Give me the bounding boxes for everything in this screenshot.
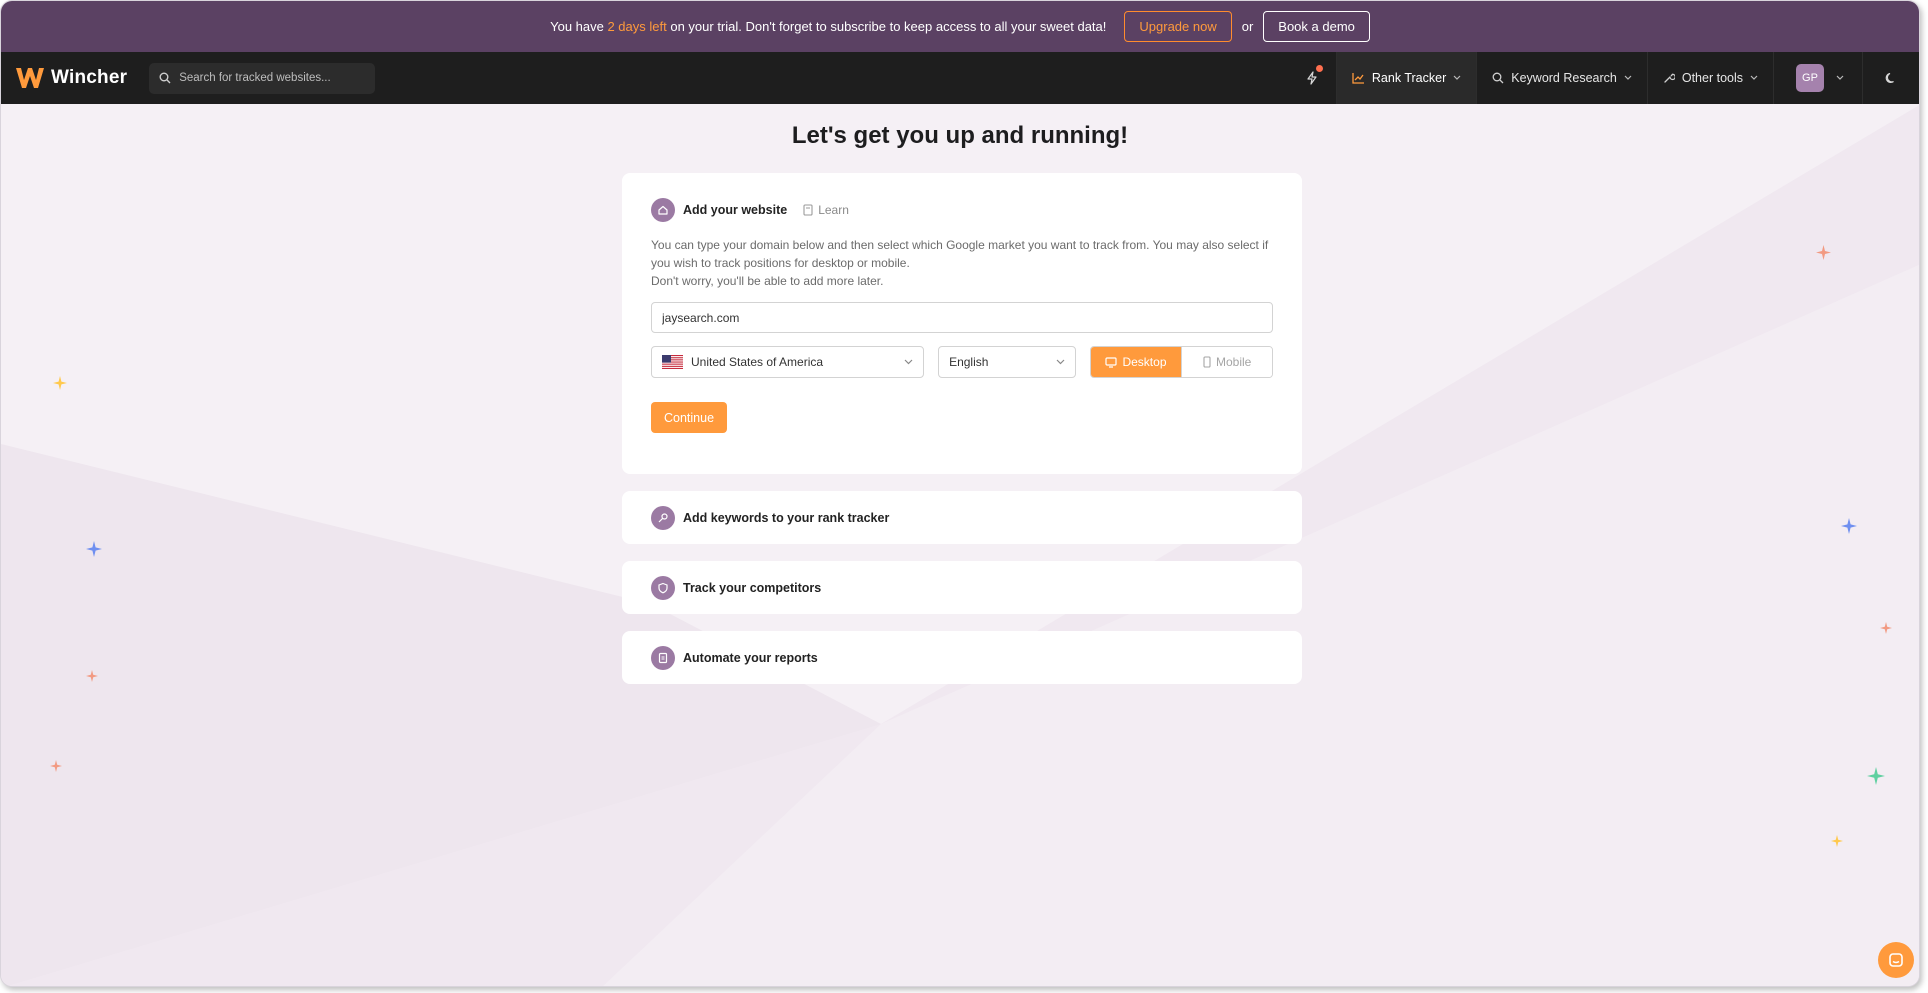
nav-other-tools[interactable]: Other tools: [1646, 52, 1773, 104]
sparkle-icon: [86, 670, 98, 682]
wincher-logo[interactable]: Wincher: [15, 66, 127, 90]
sparkle-icon: [1867, 767, 1885, 785]
search-input[interactable]: [179, 72, 360, 84]
mobile-label: Mobile: [1215, 355, 1252, 369]
step-track-competitors[interactable]: Track your competitors: [622, 561, 1302, 614]
setup-description-line-1: You can type your domain below and then …: [651, 238, 1269, 270]
chevron-down-icon: [1453, 75, 1461, 80]
us-flag-icon: [662, 355, 683, 369]
page-title: Let's get you up and running!: [791, 122, 1129, 149]
language-select[interactable]: English: [938, 346, 1076, 378]
chart-line-icon: [1352, 73, 1364, 84]
add-website-header: Add your website Learn: [651, 198, 1273, 222]
sparkle-icon: [1831, 835, 1843, 847]
trial-banner: You have 2 days left on your trial. Don'…: [1, 1, 1919, 52]
avatar: GP: [1796, 64, 1824, 92]
logo-text: Wincher: [51, 67, 128, 88]
book-demo-button[interactable]: Book a demo: [1263, 11, 1370, 42]
notification-dot: [1315, 65, 1323, 72]
search-icon: [159, 72, 171, 84]
chat-launcher-button[interactable]: [1878, 942, 1914, 978]
sparkle-icon: [86, 541, 102, 557]
moon-icon: [1885, 72, 1894, 84]
sparkle-icon: [1816, 245, 1831, 260]
setup-description-line-2: Don't worry, you'll be able to add more …: [651, 274, 884, 288]
nav-other-tools-label: Other tools: [1681, 71, 1743, 85]
notifications-button[interactable]: [1288, 52, 1336, 104]
continue-button[interactable]: Continue: [651, 402, 728, 433]
chevron-down-icon: [1624, 75, 1632, 80]
desktop-label: Desktop: [1122, 355, 1167, 369]
document-icon: [651, 645, 675, 670]
device-toggle: Desktop Mobile: [1089, 346, 1273, 378]
home-icon: [651, 198, 675, 222]
mobile-icon: [1203, 356, 1211, 368]
site-search[interactable]: [149, 62, 376, 94]
step-automate-reports[interactable]: Automate your reports: [622, 631, 1302, 684]
language-value: English: [949, 355, 989, 369]
trial-text-before: You have: [550, 19, 608, 34]
desktop-icon: [1105, 356, 1118, 368]
nav-rank-tracker-label: Rank Tracker: [1371, 71, 1447, 85]
domain-input[interactable]: [651, 302, 1273, 333]
trial-days-left: 2 days left: [607, 19, 667, 34]
wincher-logo-icon: [16, 68, 44, 88]
add-website-title: Add your website: [683, 203, 788, 217]
book-icon: [803, 204, 813, 216]
or-label: or: [1241, 19, 1254, 34]
mobile-option[interactable]: Mobile: [1181, 347, 1272, 377]
step-track-competitors-title: Track your competitors: [683, 580, 822, 595]
trial-text-after: on your trial. Don't forget to subscribe…: [666, 19, 1107, 34]
step-add-keywords[interactable]: Add keywords to your rank tracker: [622, 491, 1302, 544]
main-content: Let's get you up and running! Add your w…: [1, 104, 1919, 986]
search-icon: [1492, 72, 1504, 84]
nav-keyword-research[interactable]: Keyword Research: [1476, 52, 1647, 104]
wrench-icon: [1664, 73, 1675, 83]
upgrade-now-button[interactable]: Upgrade now: [1124, 11, 1232, 42]
dark-mode-toggle[interactable]: [1863, 52, 1919, 104]
lightning-icon: [1307, 71, 1317, 85]
nav-rank-tracker[interactable]: Rank Tracker: [1335, 52, 1477, 104]
top-navbar: Wincher Rank Tracker: [1, 52, 1919, 104]
app-window: You have 2 days left on your trial. Don'…: [0, 0, 1920, 987]
chat-icon: [1889, 953, 1903, 967]
nav-keyword-research-label: Keyword Research: [1511, 71, 1617, 85]
chevron-down-icon: [904, 359, 913, 365]
country-select[interactable]: United States of America: [651, 346, 925, 378]
market-options-row: United States of America English Desktop…: [651, 346, 1273, 378]
desktop-option[interactable]: Desktop: [1090, 347, 1182, 377]
shield-icon: [651, 575, 675, 600]
step-add-keywords-title: Add keywords to your rank tracker: [683, 510, 890, 525]
add-website-card: Add your website Learn You can type your…: [622, 173, 1302, 474]
sparkle-icon: [50, 760, 62, 772]
learn-label: Learn: [818, 203, 849, 217]
nav-right: Rank Tracker Keyword Research Other tool…: [1288, 52, 1919, 104]
chevron-down-icon: [1836, 75, 1844, 80]
sparkle-icon: [53, 376, 67, 390]
chevron-down-icon: [1750, 75, 1758, 80]
learn-link[interactable]: Learn: [803, 203, 849, 217]
country-value: United States of America: [691, 355, 824, 369]
account-menu[interactable]: GP: [1773, 52, 1863, 104]
sparkle-icon: [1880, 622, 1892, 634]
step-automate-reports-title: Automate your reports: [683, 650, 818, 665]
key-icon: [651, 505, 675, 530]
chevron-down-icon: [1056, 359, 1065, 365]
sparkle-icon: [1841, 518, 1857, 534]
setup-description: You can type your domain below and then …: [651, 236, 1276, 290]
